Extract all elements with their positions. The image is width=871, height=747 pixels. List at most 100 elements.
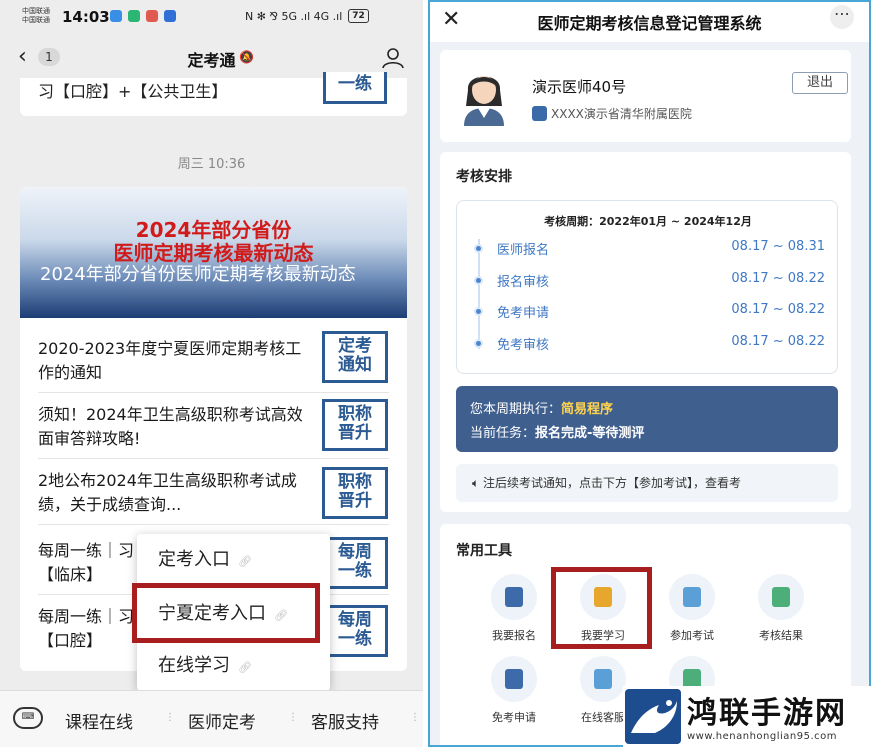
results-icon (758, 574, 804, 620)
notification-app-icon (110, 10, 122, 22)
article-thumbnail: 一练 (323, 72, 387, 104)
speaker-icon: 🔈︎ (472, 476, 480, 490)
chat-icon (580, 656, 626, 702)
exec-value: 简易程序 (561, 402, 614, 417)
system-header: ✕ 医师定期考核信息登记管理系统 ⋯ (430, 2, 869, 42)
page-title: 医师定期考核信息登记管理系统 (537, 14, 762, 33)
schedule-card: 考核安排 考核周期：2022年01月 ~ 2024年12月 医师报名 08.17… (440, 152, 851, 512)
tool-take-exam[interactable]: 参加考试 (654, 574, 730, 646)
timeline-dot-icon (474, 244, 483, 253)
bottom-menu-exam[interactable]: 医师定考 (188, 708, 256, 733)
tool-label: 我要报名 (492, 629, 536, 642)
menu-item-label: 在线学习 (158, 655, 230, 676)
link-icon: 🔗︎ (238, 555, 252, 568)
tool-exemption[interactable]: 免考申请 (476, 656, 552, 728)
thumb-line-2: 通知 (338, 355, 372, 375)
task-value: 报名完成-等待测评 (535, 426, 645, 441)
keyboard-icon[interactable]: ⌨︎ (13, 707, 43, 729)
notification-app-icon (146, 10, 158, 22)
task-label: 当前任务： (470, 426, 536, 441)
timeline-box: 考核周期：2022年01月 ~ 2024年12月 医师报名 08.17 ~ 08… (456, 200, 838, 374)
exam-edit-icon (669, 574, 715, 620)
watermark: 鸿联手游网 www.henanhonglian95.com (623, 686, 871, 747)
banner-caption: 2024年部分省份医师定期考核最新动态 (40, 264, 356, 285)
thumb-line-1: 定考 (338, 336, 372, 356)
register-icon (491, 574, 537, 620)
notice-bar[interactable]: 🔈︎ 注后续考试通知，点击下方【参加考试】，查看考 (456, 464, 838, 502)
notification-app-icon (128, 10, 140, 22)
timeline-step[interactable]: 报名审核 08.17 ~ 08.22 (457, 271, 839, 291)
list-item-thumbnail: 职称 晋升 (322, 399, 388, 451)
menu-item-online-learning[interactable]: 在线学习 🔗︎ (137, 640, 330, 692)
thumb-line-1: 职称 (338, 404, 372, 424)
divider (38, 524, 389, 525)
watermark-logo (625, 689, 681, 744)
avatar (464, 76, 504, 126)
more-icon[interactable]: ⋯ (830, 5, 854, 29)
step-date: 08.17 ~ 08.22 (731, 302, 825, 317)
list-item-title: 2地公布2024年卫生高级职称考试成绩，关于成绩查询... (38, 471, 297, 514)
menu-item-exam-entry[interactable]: 定考入口 🔗︎ (137, 534, 330, 586)
thumb-text: 一练 (338, 74, 372, 94)
list-item-title: 须知！2024年卫生高级职称考试高效面审答辩攻略! (38, 405, 303, 448)
list-item[interactable]: 2地公布2024年卫生高级职称考试成绩，关于成绩查询... 职称 晋升 (20, 459, 407, 525)
page-title: 定考通 (187, 51, 236, 70)
battery-icon: 72 (348, 9, 369, 23)
step-name: 免考审核 (497, 338, 550, 353)
bottom-menu-bar: ⌨︎ 课程在线 ⋮ 医师定考 ⋮ 客服支持 ⋮ (0, 690, 423, 747)
list-item[interactable]: 2020-2023年度宁夏医师定期考核工作的通知 定考 通知 (20, 327, 407, 393)
thumb-line-1: 每周 (338, 542, 372, 562)
tool-register[interactable]: 我要报名 (476, 574, 552, 646)
previous-article-card[interactable]: 习【口腔】+【公共卫生】 一练 (20, 72, 407, 116)
previous-article-text: 习【口腔】+【公共卫生】 (38, 82, 228, 101)
tool-results[interactable]: 考核结果 (743, 574, 819, 646)
highlight-box (132, 583, 320, 643)
timeline-dot-icon (474, 307, 483, 316)
bottom-menu-courses[interactable]: 课程在线 (65, 708, 133, 733)
hospital-info: XXXX演示省清华附属医院 (532, 105, 692, 122)
menu-separator-icon: ⋮ (410, 712, 420, 723)
list-item[interactable]: 须知！2024年卫生高级职称考试高效面审答辩攻略! 职称 晋升 (20, 393, 407, 459)
status-bar: 中国联通 中国联通 14:03 N ✻ ⅋ 5G .ıl 4G .ıl 72 (0, 0, 423, 38)
step-date: 08.17 ~ 08.31 (731, 239, 825, 254)
home-icon (532, 106, 547, 121)
step-name: 医师报名 (497, 243, 550, 258)
status-time: 14:03 (62, 8, 110, 26)
list-item-title: 2020-2023年度宁夏医师定期考核工作的通知 (38, 339, 302, 382)
menu-item-label: 定考入口 (158, 549, 230, 570)
left-phone-screen: 中国联通 中国联通 14:03 N ✻ ⅋ 5G .ıl 4G .ıl 72 ‹… (0, 0, 423, 747)
status-app-icons (110, 10, 176, 22)
timeline-step[interactable]: 医师报名 08.17 ~ 08.31 (457, 239, 839, 259)
article-banner[interactable]: 2024年部分省份 医师定期考核最新动态 2024年部分省份医师定期考核最新动态 (20, 187, 407, 318)
menu-separator-icon: ⋮ (165, 712, 175, 723)
carrier-info: 中国联通 中国联通 (22, 7, 50, 25)
notification-app-icon (164, 10, 176, 22)
link-icon: 🔗︎ (238, 661, 252, 674)
menu-separator-icon: ⋮ (288, 712, 298, 723)
exec-row: 您本周期执行：简易程序 (470, 398, 613, 417)
thumb-line-2: 晋升 (338, 491, 372, 511)
notice-text: 注后续考试通知，点击下方【参加考试】，查看考 (483, 476, 742, 490)
banner-headline-2: 医师定期考核最新动态 (113, 241, 314, 265)
logout-button[interactable]: 退出 (792, 72, 848, 94)
tool-label: 考核结果 (759, 629, 803, 642)
timeline-dot-icon (474, 339, 483, 348)
list-item-title: 每周一练｜习【临床】 (38, 541, 135, 584)
signal-icons: N ✻ ⅋ 5G .ıl 4G .ıl (245, 9, 343, 23)
timeline-step[interactable]: 免考申请 08.17 ~ 08.22 (457, 302, 839, 322)
bottom-menu-support[interactable]: 客服支持 (311, 708, 379, 733)
section-title: 考核安排 (456, 169, 512, 185)
section-title: 常用工具 (456, 543, 512, 559)
banner-headline-1: 2024年部分省份 (135, 218, 292, 242)
exam-period: 考核周期：2022年01月 ~ 2024年12月 (544, 215, 752, 228)
step-date: 08.17 ~ 08.22 (731, 271, 825, 286)
mute-bell-icon: 🔕 (239, 50, 254, 64)
watermark-url: www.henanhonglian95.com (687, 731, 838, 742)
task-row: 当前任务：报名完成-等待测评 (470, 422, 644, 441)
doctor-name: 演示医师40号 (532, 78, 627, 96)
timeline-step[interactable]: 免考审核 08.17 ~ 08.22 (457, 334, 839, 354)
profile-icon[interactable] (380, 46, 406, 70)
execution-status-box: 您本周期执行：简易程序 当前任务：报名完成-等待测评 (456, 386, 838, 452)
status-right: N ✻ ⅋ 5G .ıl 4G .ıl 72 (245, 9, 369, 23)
thumb-line-2: 一练 (338, 629, 372, 649)
